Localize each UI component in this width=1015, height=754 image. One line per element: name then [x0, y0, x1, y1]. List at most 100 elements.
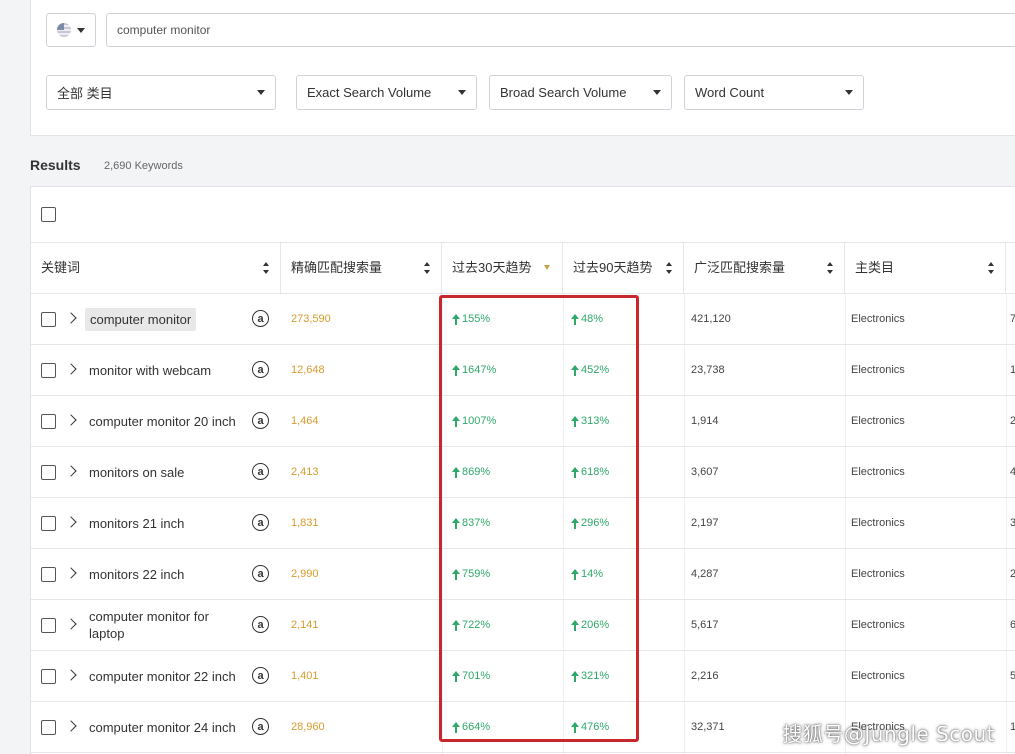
- trend-90d-cell: 618%: [571, 447, 609, 497]
- trend-90d-value: 296%: [581, 517, 610, 529]
- keyword-text: computer monitor: [85, 307, 197, 331]
- search-query-text: computer monitor: [117, 23, 211, 37]
- trend-90d-value: 14%: [581, 568, 604, 580]
- column-header-label: 广泛匹配搜索量: [694, 260, 786, 275]
- trend-90d-value: 48%: [581, 313, 604, 325]
- trend-30d-cell: 1007%: [452, 396, 496, 446]
- table-row[interactable]: computer monitor a 273,590 155% 48% 421,120 El…: [31, 294, 1015, 345]
- category-cell: Electronics: [851, 466, 905, 478]
- trend-up-icon: [452, 517, 460, 529]
- trend-30d-cell: 869%: [452, 447, 490, 497]
- row-checkbox[interactable]: [41, 414, 56, 429]
- trend-90d-cell: 313%: [571, 396, 609, 446]
- amazon-icon[interactable]: a: [252, 310, 269, 327]
- column-header-trend-30d[interactable]: 过去30天趋势: [442, 243, 563, 293]
- expand-chevron-icon[interactable]: [65, 363, 77, 375]
- broad-volume-cell: 421,120: [691, 313, 731, 325]
- expand-chevron-icon[interactable]: [65, 312, 77, 324]
- broad-search-volume-dropdown[interactable]: Broad Search Volume: [489, 75, 672, 110]
- trend-up-icon: [452, 568, 460, 580]
- row-checkbox[interactable]: [41, 720, 56, 735]
- row-checkbox[interactable]: [41, 516, 56, 531]
- expand-chevron-icon[interactable]: [65, 567, 77, 579]
- keyword-text: monitors 21 inch: [89, 515, 185, 531]
- column-header-exact-volume[interactable]: 精确匹配搜索量: [281, 243, 442, 293]
- exact-volume-label: Exact Search Volume: [307, 85, 432, 100]
- amazon-icon[interactable]: a: [252, 361, 269, 378]
- trend-up-icon: [452, 670, 460, 682]
- keyword-text: monitors on sale: [89, 464, 185, 480]
- keyword-cell: monitors on sale: [89, 447, 239, 497]
- trend-90d-cell: 321%: [571, 651, 609, 701]
- sort-icon[interactable]: [666, 262, 673, 274]
- row-checkbox[interactable]: [41, 465, 56, 480]
- truncated-cell: 3: [1010, 517, 1015, 529]
- sort-icon[interactable]: [827, 262, 834, 274]
- keyword-cell: computer monitor: [85, 294, 239, 344]
- expand-chevron-icon[interactable]: [65, 465, 77, 477]
- truncated-cell: 6: [1010, 619, 1015, 631]
- expand-chevron-icon[interactable]: [65, 720, 77, 732]
- trend-30d-value: 837%: [462, 517, 491, 529]
- trend-90d-value: 452%: [581, 364, 610, 376]
- expand-chevron-icon[interactable]: [65, 618, 77, 630]
- keyword-cell: computer monitor 20 inch: [89, 396, 239, 446]
- row-checkbox[interactable]: [41, 618, 56, 633]
- truncated-cell: 5: [1010, 670, 1015, 682]
- sort-desc-icon[interactable]: [544, 265, 550, 270]
- broad-volume-cell: 5,617: [691, 619, 719, 631]
- broad-volume-cell: 3,607: [691, 466, 719, 478]
- row-checkbox[interactable]: [41, 567, 56, 582]
- expand-chevron-icon[interactable]: [65, 669, 77, 681]
- trend-30d-value: 701%: [462, 670, 491, 682]
- sort-icon[interactable]: [424, 262, 431, 274]
- amazon-icon[interactable]: a: [252, 463, 269, 480]
- column-header-broad-volume[interactable]: 广泛匹配搜索量: [684, 243, 845, 293]
- trend-90d-value: 321%: [581, 670, 610, 682]
- trend-90d-value: 313%: [581, 415, 610, 427]
- keyword-research-page: computer monitor 全部 类目 Exact Search Volu…: [0, 0, 1015, 754]
- category-dropdown[interactable]: 全部 类目: [46, 75, 276, 110]
- word-count-dropdown[interactable]: Word Count: [684, 75, 864, 110]
- amazon-icon[interactable]: a: [252, 412, 269, 429]
- sort-icon[interactable]: [263, 262, 270, 274]
- select-all-checkbox[interactable]: [41, 207, 56, 222]
- table-row[interactable]: monitors 21 inch a 1,831 837% 296% 2,197 Elect…: [31, 498, 1015, 549]
- table-row[interactable]: monitors 22 inch a 2,990 759% 14% 4,287 Electr…: [31, 549, 1015, 600]
- amazon-icon[interactable]: a: [252, 718, 269, 735]
- trend-90d-cell: 206%: [571, 600, 609, 650]
- trend-30d-cell: 759%: [452, 549, 490, 599]
- row-checkbox[interactable]: [41, 312, 56, 327]
- row-checkbox[interactable]: [41, 669, 56, 684]
- exact-search-volume-dropdown[interactable]: Exact Search Volume: [296, 75, 477, 110]
- select-all-checkbox-wrap[interactable]: [41, 207, 56, 222]
- expand-chevron-icon[interactable]: [65, 516, 77, 528]
- word-count-label: Word Count: [695, 85, 765, 100]
- results-heading: Results: [30, 157, 81, 173]
- column-header-category[interactable]: 主类目: [845, 243, 1006, 293]
- keyword-search-input[interactable]: computer monitor: [106, 13, 1015, 47]
- table-row[interactable]: monitor with webcam a 12,648 1647% 452% 23,73…: [31, 345, 1015, 396]
- trend-up-icon: [452, 466, 460, 478]
- trend-30d-cell: 722%: [452, 600, 490, 650]
- trend-30d-cell: 1647%: [452, 345, 496, 395]
- keyword-cell: monitor with webcam: [89, 345, 239, 395]
- row-checkbox[interactable]: [41, 363, 56, 378]
- amazon-icon[interactable]: a: [252, 616, 269, 633]
- country-selector[interactable]: [46, 13, 96, 47]
- table-row[interactable]: computer monitor 20 inch a 1,464 1007% 313% 1…: [31, 396, 1015, 447]
- table-row[interactable]: computer monitor 22 inch a 1,401 701% 321% 2,…: [31, 651, 1015, 702]
- amazon-icon[interactable]: a: [252, 514, 269, 531]
- results-count: 2,690 Keywords: [104, 160, 183, 172]
- column-header-keyword[interactable]: 关键词: [31, 243, 281, 293]
- column-header-trend-90d[interactable]: 过去90天趋势: [563, 243, 684, 293]
- amazon-icon[interactable]: a: [252, 565, 269, 582]
- table-row[interactable]: monitors on sale a 2,413 869% 618% 3,607 Elect…: [31, 447, 1015, 498]
- amazon-icon[interactable]: a: [252, 667, 269, 684]
- keyword-text: monitors 22 inch: [89, 566, 185, 582]
- sort-icon[interactable]: [988, 262, 995, 274]
- table-row[interactable]: computer monitor for laptop a 2,141 722% 206…: [31, 600, 1015, 651]
- expand-chevron-icon[interactable]: [65, 414, 77, 426]
- trend-up-icon: [571, 619, 579, 631]
- trend-up-icon: [452, 619, 460, 631]
